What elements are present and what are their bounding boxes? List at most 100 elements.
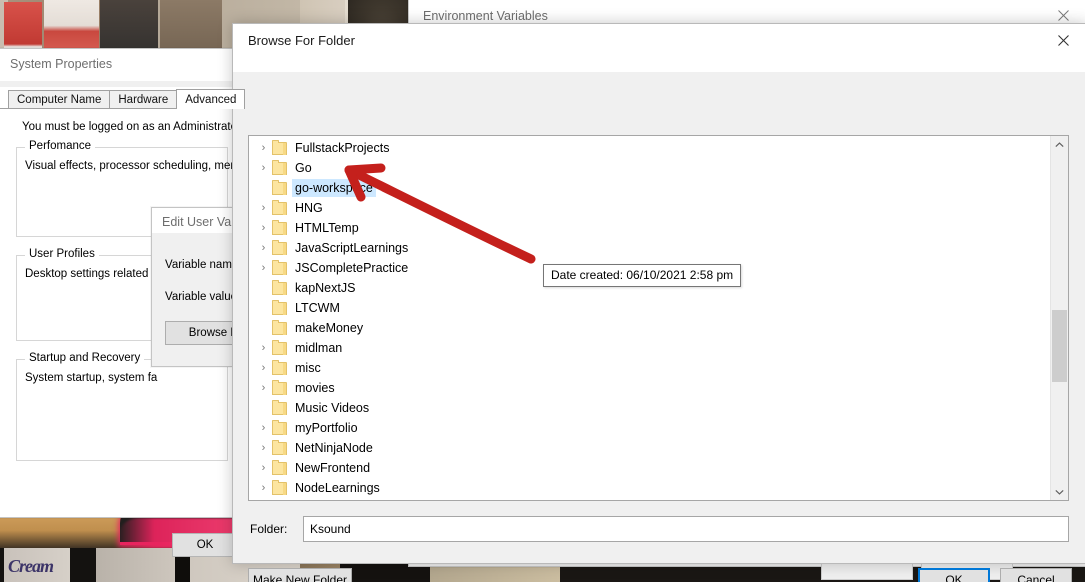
tree-item-label: Go	[295, 161, 312, 175]
scrollbar-thumb[interactable]	[1052, 310, 1067, 382]
admin-note: You must be logged on as an Administrato…	[22, 121, 238, 133]
folder-icon	[272, 319, 287, 335]
folder-icon	[272, 419, 287, 435]
tree-item[interactable]: › FullstackProjects	[249, 138, 1050, 158]
tree-item[interactable]: Music Videos	[249, 398, 1050, 418]
chevron-right-icon[interactable]: ›	[255, 422, 272, 434]
chevron-right-icon[interactable]: ›	[255, 462, 272, 474]
tree-item[interactable]: › midlman	[249, 338, 1050, 358]
environment-variables-title: Environment Variables	[423, 9, 548, 23]
tree-item-label: myPortfolio	[295, 421, 358, 435]
tree-item-label: NodeLearnings	[295, 481, 380, 495]
tree-item[interactable]	[249, 498, 1050, 500]
tree-item-label: FullstackProjects	[295, 141, 390, 155]
edit-user-variable-window[interactable]: Edit User Varia Variable nam Variable va…	[151, 207, 240, 367]
tree-item-label: Music Videos	[295, 401, 370, 415]
tree-item[interactable]: LTCWM	[249, 298, 1050, 318]
tree-item-label: kapNextJS	[295, 281, 356, 295]
folder-icon	[272, 399, 287, 415]
system-properties-title: System Properties	[0, 49, 238, 81]
folder-icon	[272, 219, 287, 235]
cancel-button[interactable]: Cancel	[1000, 568, 1072, 582]
folder-field-label: Folder:	[250, 522, 288, 536]
chevron-right-icon[interactable]: ›	[255, 482, 272, 494]
tree-item[interactable]: › Go	[249, 158, 1050, 178]
browse-for-folder-title-bar: Browse For Folder	[233, 24, 1085, 57]
tree-item[interactable]: › myPortfolio	[249, 418, 1050, 438]
user-profiles-group-legend: User Profiles	[25, 248, 99, 260]
performance-group-text: Visual effects, processor scheduling, me…	[25, 160, 238, 172]
chevron-right-icon[interactable]: ›	[255, 202, 272, 214]
system-properties-ok-button[interactable]: OK	[172, 533, 238, 557]
ok-button[interactable]: OK	[918, 568, 990, 582]
date-created-tooltip: Date created: 06/10/2021 2:58 pm	[543, 264, 742, 287]
chevron-right-icon[interactable]: ›	[255, 242, 272, 254]
edit-user-variable-title: Edit User Varia	[152, 208, 240, 233]
chevron-right-icon[interactable]: ›	[255, 382, 272, 394]
tree-item[interactable]: › HTMLTemp	[249, 218, 1050, 238]
browse-for-folder-title: Browse For Folder	[248, 33, 355, 48]
folder-tree-list[interactable]: › FullstackProjects › Go go-workspace › HNG › HT…	[249, 136, 1050, 500]
tree-item-label: NetNinjaNode	[295, 441, 373, 455]
folder-icon	[272, 199, 287, 215]
startup-recovery-group: Startup and Recovery System startup, sys…	[16, 352, 228, 461]
tree-item-label: JavaScriptLearnings	[295, 241, 409, 255]
tree-item[interactable]: go-workspace	[249, 178, 1050, 198]
title-underlay	[233, 57, 1085, 72]
tree-item-label: NewFrontend	[295, 461, 371, 475]
browse-for-folder-dialog[interactable]: Browse For Folder › FullstackProjects › Go g…	[232, 23, 1085, 582]
tree-item-label: JSCompletePractice	[295, 261, 409, 275]
chevron-right-icon[interactable]: ›	[255, 222, 272, 234]
tree-item[interactable]: › JavaScriptLearnings	[249, 238, 1050, 258]
tree-item-label: HTMLTemp	[295, 221, 359, 235]
folder-input[interactable]	[303, 516, 1069, 542]
folder-icon	[272, 339, 287, 355]
tab-hardware[interactable]: Hardware	[109, 90, 178, 108]
folder-icon	[272, 379, 287, 395]
tree-item[interactable]: › NetNinjaNode	[249, 438, 1050, 458]
tree-item[interactable]: › NewFrontend	[249, 458, 1050, 478]
folder-tree[interactable]: › FullstackProjects › Go go-workspace › HNG › HT…	[248, 135, 1069, 501]
startup-recovery-group-text: System startup, system fa	[25, 372, 158, 384]
tree-item-label: movies	[295, 381, 335, 395]
folder-icon	[272, 259, 287, 275]
tree-item-label: misc	[295, 361, 321, 375]
tree-item-label: HNG	[295, 201, 323, 215]
make-new-folder-button[interactable]: Make New Folder	[248, 568, 352, 582]
chevron-right-icon[interactable]: ›	[255, 442, 272, 454]
performance-group-legend: Perfomance	[25, 140, 96, 152]
folder-icon	[272, 159, 287, 175]
tree-item[interactable]: makeMoney	[249, 318, 1050, 338]
browse-for-folder-body: › FullstackProjects › Go go-workspace › HNG › HT…	[233, 72, 1085, 582]
folder-icon	[272, 279, 287, 295]
tree-item[interactable]: › misc	[249, 358, 1050, 378]
close-icon[interactable]	[1040, 24, 1085, 57]
wallpaper-logo: Cream	[8, 556, 54, 576]
variable-value-label: Variable value	[165, 291, 238, 303]
folder-icon	[272, 179, 287, 195]
folder-icon	[272, 459, 287, 475]
folder-tree-scrollbar[interactable]	[1050, 136, 1068, 500]
chevron-right-icon[interactable]: ›	[255, 262, 272, 274]
folder-icon	[272, 299, 287, 315]
chevron-right-icon[interactable]: ›	[255, 142, 272, 154]
folder-icon	[272, 439, 287, 455]
variable-name-label: Variable nam	[165, 259, 232, 271]
startup-recovery-group-legend: Startup and Recovery	[25, 352, 145, 364]
folder-icon	[272, 239, 287, 255]
chevron-down-icon[interactable]	[1051, 483, 1068, 500]
tree-item[interactable]: › movies	[249, 378, 1050, 398]
tab-advanced[interactable]: Advanced	[176, 89, 246, 109]
tree-item[interactable]: › HNG	[249, 198, 1050, 218]
chevron-right-icon[interactable]: ›	[255, 362, 272, 374]
chevron-up-icon[interactable]	[1051, 136, 1068, 153]
tree-item-label: LTCWM	[295, 301, 340, 315]
browse-directory-button[interactable]: Browse Di	[165, 321, 240, 345]
chevron-right-icon[interactable]: ›	[255, 342, 272, 354]
folder-icon	[272, 479, 287, 495]
tree-item[interactable]: › NodeLearnings	[249, 478, 1050, 498]
system-properties-tabstrip: Computer Name Hardware Advanced Sy	[0, 87, 276, 109]
chevron-right-icon[interactable]: ›	[255, 162, 272, 174]
tab-computer-name[interactable]: Computer Name	[8, 90, 111, 108]
tree-item-label: makeMoney	[295, 321, 364, 335]
